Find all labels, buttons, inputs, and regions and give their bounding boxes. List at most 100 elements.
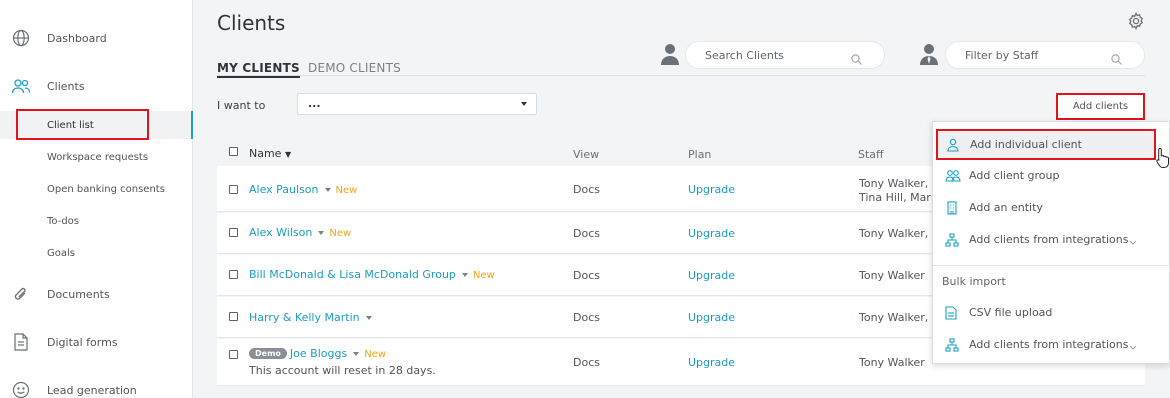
view-cell: Docs xyxy=(573,311,600,324)
new-badge: New xyxy=(335,185,358,196)
client-name-link[interactable]: Alex Paulson New xyxy=(249,183,357,196)
menu-item-label: Add client group xyxy=(969,169,1060,182)
plan-upgrade-link[interactable]: Upgrade xyxy=(688,356,735,369)
highlight-box xyxy=(16,109,149,140)
menu-item-csv-file-upload[interactable]: CSV file upload xyxy=(933,297,1169,328)
users-icon xyxy=(11,76,31,96)
client-name[interactable]: Joe Bloggs xyxy=(290,347,347,360)
staff-cell: Tony Walker, I xyxy=(859,311,936,324)
chevron-down-icon[interactable] xyxy=(461,272,468,277)
sort-down-icon: ▼ xyxy=(284,150,292,159)
search-clients-box[interactable] xyxy=(685,41,885,69)
sidebar-subitem-open-banking-consents[interactable]: Open banking consents xyxy=(0,175,193,203)
column-name-label: Name xyxy=(249,147,282,160)
group-icon xyxy=(945,169,961,183)
plan-upgrade-link[interactable]: Upgrade xyxy=(688,227,735,240)
smiley-icon xyxy=(11,380,31,398)
action-select[interactable]: ... xyxy=(297,93,537,115)
new-badge: New xyxy=(472,270,495,281)
client-name[interactable]: Alex Wilson xyxy=(249,226,312,239)
chevron-down-icon[interactable] xyxy=(353,351,360,356)
plan-upgrade-link[interactable]: Upgrade xyxy=(688,311,735,324)
menu-item-label: Add an entity xyxy=(969,201,1043,214)
page-title: Clients xyxy=(217,11,286,35)
client-name-link[interactable]: Bill McDonald & Lisa McDonald Group New xyxy=(249,268,495,281)
bulk-import-heading: Bulk import xyxy=(942,275,1006,288)
client-name[interactable]: Harry & Kelly Martin xyxy=(249,311,360,324)
sidebar-subitem-goals[interactable]: Goals xyxy=(0,239,193,267)
sidebar-subitem-label: Open banking consents xyxy=(47,183,165,195)
demo-badge: Demo xyxy=(249,348,287,359)
column-view: View xyxy=(573,148,600,161)
view-cell: Docs xyxy=(573,227,600,240)
row-checkbox[interactable] xyxy=(229,350,238,359)
sidebar-item-lead-generation[interactable]: Lead generation xyxy=(0,375,193,398)
select-all-checkbox[interactable] xyxy=(229,147,238,156)
sidebar-subitem-to-dos[interactable]: To-dos xyxy=(0,207,193,235)
sidebar-item-label: Clients xyxy=(47,79,85,93)
sidebar-subitem-label: Goals xyxy=(47,247,75,259)
sidebar-subitem-label: Workspace requests xyxy=(47,151,149,163)
row-checkbox[interactable] xyxy=(229,228,238,237)
tab-demo-clients[interactable]: DEMO CLIENTS xyxy=(308,61,401,75)
plan-upgrade-link[interactable]: Upgrade xyxy=(688,269,735,282)
menu-item-label: Add individual client xyxy=(970,138,1082,151)
search-icon[interactable] xyxy=(851,50,862,65)
staff-cell: Tony Walker xyxy=(859,356,925,369)
plan-upgrade-link[interactable]: Upgrade xyxy=(688,183,735,196)
person-icon xyxy=(946,138,960,152)
menu-item-label: Add clients from integrations xyxy=(969,233,1129,246)
chevron-down-icon xyxy=(1129,341,1137,350)
chevron-down-icon[interactable] xyxy=(324,187,331,192)
gear-icon[interactable] xyxy=(1127,12,1145,30)
chevron-down-icon[interactable] xyxy=(318,230,325,235)
new-badge: New xyxy=(329,228,352,239)
sidebar-item-label: Dashboard xyxy=(47,31,107,45)
menu-item-bulk-add-clients-from-integrations[interactable]: Add clients from integrations xyxy=(933,329,1169,360)
menu-item-add-individual-client[interactable]: Add individual client xyxy=(936,129,1156,160)
sidebar-item-clients[interactable]: Clients xyxy=(0,71,193,101)
client-name-link[interactable]: Harry & Kelly Martin xyxy=(249,311,377,324)
add-clients-button[interactable]: Add clients xyxy=(1056,93,1145,120)
column-plan: Plan xyxy=(688,148,712,161)
sidebar-subitem-workspace-requests[interactable]: Workspace requests xyxy=(0,143,193,171)
menu-item-add-client-group[interactable]: Add client group xyxy=(933,160,1169,191)
staff-icon xyxy=(920,43,938,65)
sidebar-item-dashboard[interactable]: Dashboard xyxy=(0,23,193,53)
menu-item-add-an-entity[interactable]: Add an entity xyxy=(933,192,1169,223)
chevron-down-icon[interactable] xyxy=(365,315,372,320)
column-name[interactable]: Name ▼ xyxy=(249,147,291,160)
sidebar-item-label: Digital forms xyxy=(47,335,118,349)
sidebar: Dashboard Clients Client list Workspace … xyxy=(0,0,193,398)
client-name[interactable]: Bill McDonald & Lisa McDonald Group xyxy=(249,268,456,281)
document-icon xyxy=(11,332,31,352)
new-badge: New xyxy=(364,349,386,360)
chevron-down-icon xyxy=(1129,236,1137,245)
staff-cell: Tony Walker, I Tina Hill, Mari xyxy=(859,177,935,205)
client-name[interactable]: Alex Paulson xyxy=(249,183,319,196)
staff-filter-box[interactable] xyxy=(945,41,1145,69)
network-icon xyxy=(945,337,959,352)
menu-item-label: CSV file upload xyxy=(969,306,1053,319)
sidebar-item-digital-forms[interactable]: Digital forms xyxy=(0,327,193,357)
row-checkbox[interactable] xyxy=(229,312,238,321)
hand-cursor-icon xyxy=(1156,147,1170,169)
sidebar-item-label: Lead generation xyxy=(47,383,137,397)
menu-item-add-clients-from-integrations[interactable]: Add clients from integrations xyxy=(933,224,1169,255)
action-select-value: ... xyxy=(308,97,321,110)
view-cell: Docs xyxy=(573,269,600,282)
search-icon[interactable] xyxy=(1111,50,1122,65)
sidebar-item-documents[interactable]: Documents xyxy=(0,279,193,309)
menu-item-label: Add clients from integrations xyxy=(969,338,1129,351)
client-name-link[interactable]: Demo Joe Bloggs New xyxy=(249,347,386,360)
row-checkbox[interactable] xyxy=(229,185,238,194)
add-clients-menu: Add individual client Add client group A… xyxy=(932,121,1170,364)
building-icon xyxy=(945,200,959,215)
add-clients-label: Add clients xyxy=(1072,101,1129,112)
row-checkbox[interactable] xyxy=(229,270,238,279)
client-name-link[interactable]: Alex Wilson New xyxy=(249,226,351,239)
view-cell: Docs xyxy=(573,356,600,369)
column-staff: Staff xyxy=(858,148,884,161)
staff-cell: Tony Walker xyxy=(859,269,925,282)
staff-line: Tina Hill, Mari xyxy=(859,191,934,204)
